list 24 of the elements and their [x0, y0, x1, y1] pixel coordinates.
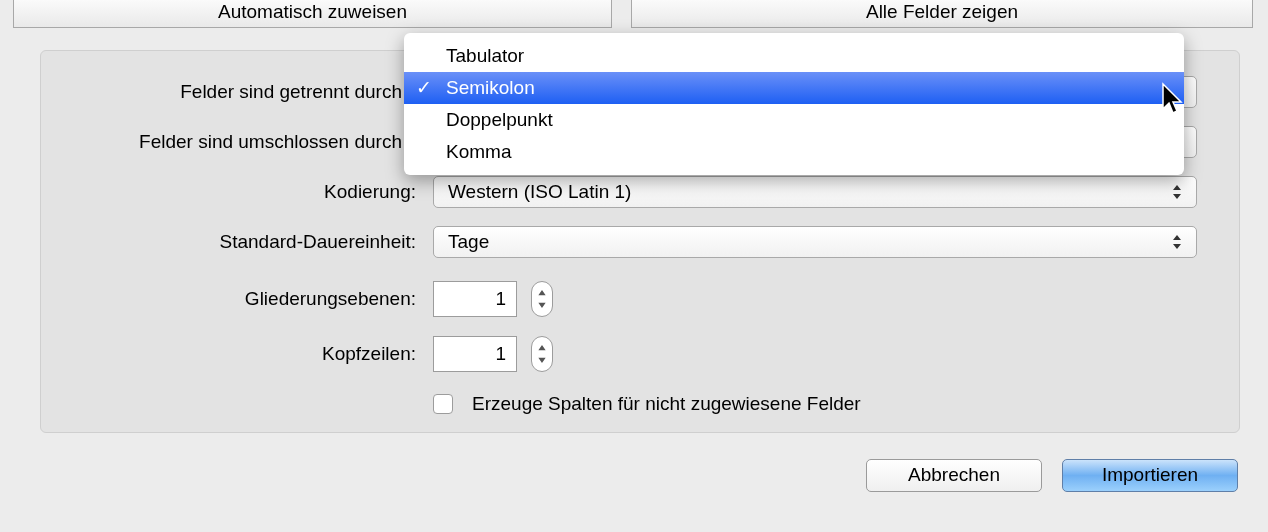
column-button[interactable]: Automatisch zuweisen: [13, 0, 612, 28]
dialog-button[interactable]: Abbrechen: [866, 459, 1042, 492]
number-field[interactable]: 1: [433, 281, 517, 317]
checkbox-label: Erzeuge Spalten für nicht zugewiesene Felder: [472, 392, 861, 416]
checkbox[interactable]: [433, 394, 453, 415]
field-label: Felder sind umschlossen durch: [138, 129, 403, 154]
updown-arrows-icon: [1172, 234, 1182, 250]
stepper-control[interactable]: [531, 336, 553, 372]
popup-menu[interactable]: Tage: [433, 226, 1197, 258]
dialog-button[interactable]: Importieren: [1062, 459, 1238, 492]
menu-item[interactable]: Doppelpunkt: [404, 104, 1184, 136]
menu-item[interactable]: Komma: [404, 136, 1184, 168]
popup-menu[interactable]: Western (ISO Latin 1): [433, 176, 1197, 208]
field-label: Kopfzeilen:: [321, 341, 416, 366]
field-label: Gliederungsebenen:: [243, 286, 416, 311]
menu-item[interactable]: ✓ Semikolon: [404, 72, 1184, 104]
field-label: Felder sind getrennt durch: [179, 79, 403, 104]
menu-item[interactable]: Tabulator: [404, 40, 1184, 72]
updown-arrows-icon: [1172, 184, 1182, 200]
stepper-control[interactable]: [531, 281, 553, 317]
number-field[interactable]: 1: [433, 336, 517, 372]
field-label: Standard-Dauereinheit:: [218, 229, 416, 254]
field-label: Kodierung:: [323, 179, 416, 204]
column-button[interactable]: Alle Felder zeigen: [631, 0, 1253, 28]
